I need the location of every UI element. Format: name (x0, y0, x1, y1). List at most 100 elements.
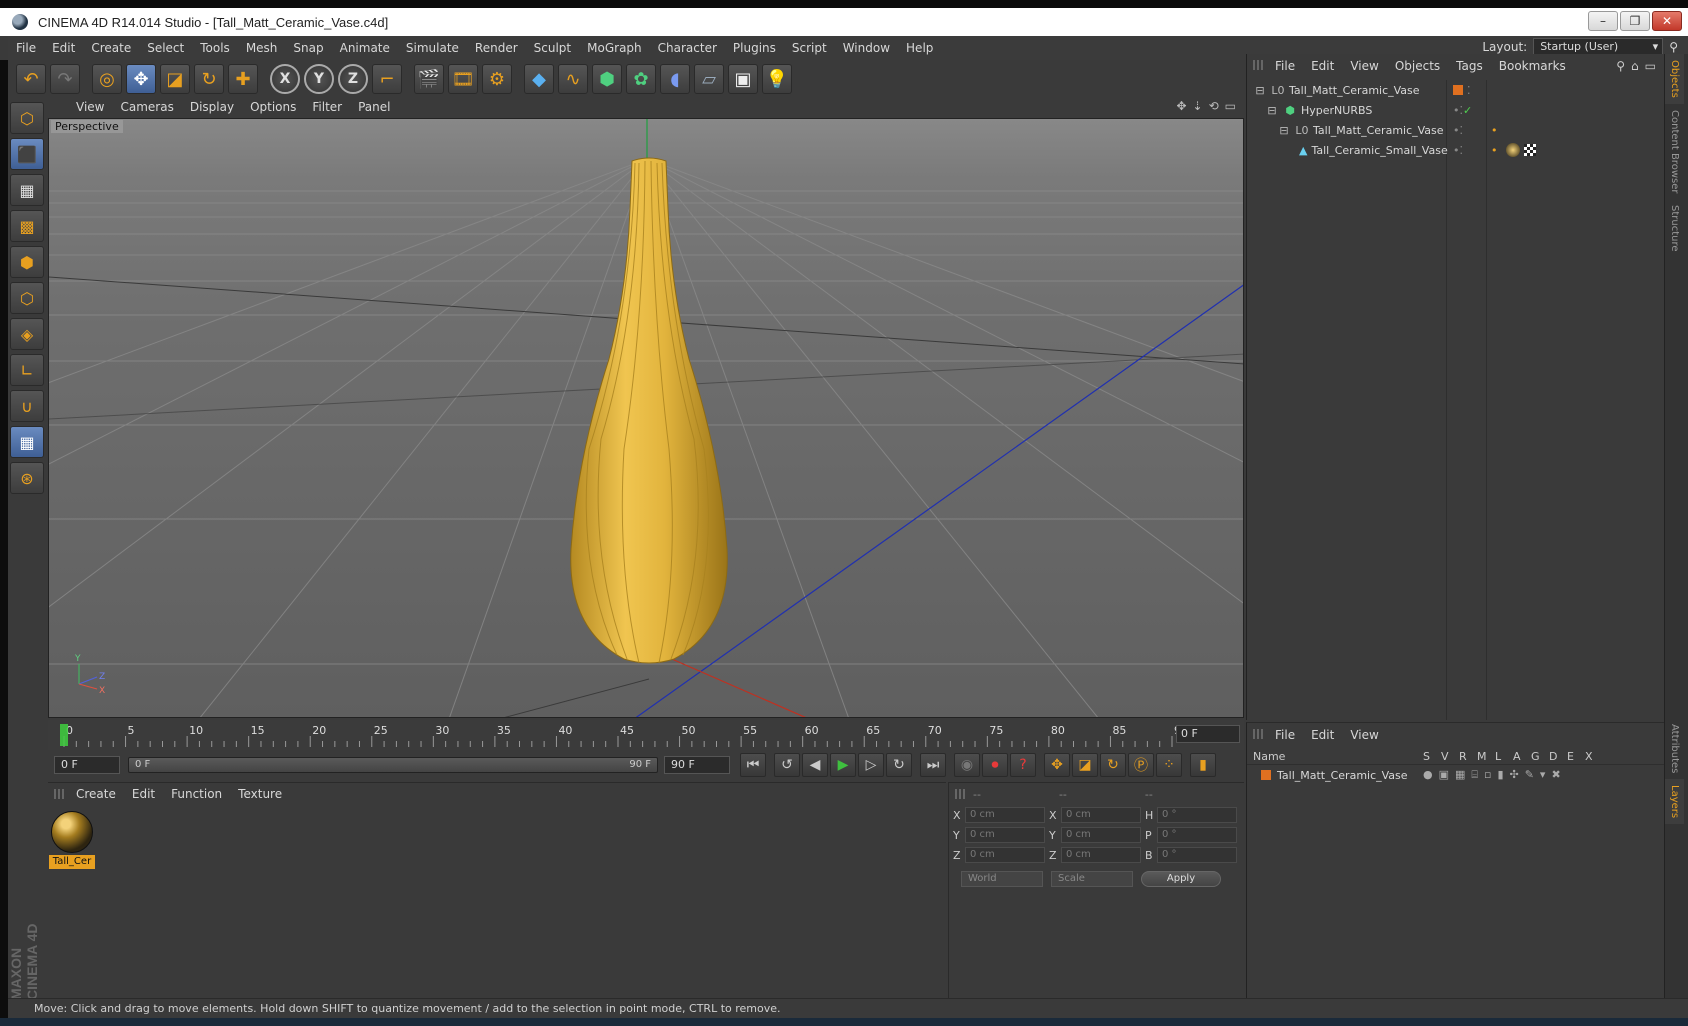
apply-button[interactable]: Apply (1141, 871, 1221, 887)
col-g[interactable]: G (1531, 750, 1549, 763)
make-editable-icon[interactable]: ⬡ (10, 102, 44, 134)
object-row[interactable]: ▲ Tall_Ceramic_Small_Vase (1247, 140, 1448, 160)
render-settings-icon[interactable]: ⚙ (482, 64, 512, 94)
obj-menu-view[interactable]: View (1342, 59, 1386, 73)
tab-content-browser[interactable]: Content Browser (1665, 104, 1684, 199)
play-icon[interactable]: ▶ (830, 753, 856, 777)
obj-menu-file[interactable]: File (1267, 59, 1303, 73)
tab-layers[interactable]: Layers (1665, 779, 1684, 825)
array-icon[interactable]: ✿ (626, 64, 656, 94)
axis-mode-icon[interactable]: ∟ (10, 354, 44, 386)
pos-z-field[interactable]: 0 cm (965, 847, 1045, 863)
light-icon[interactable]: 💡 (762, 64, 792, 94)
points-mode-icon[interactable]: ⬢ (10, 246, 44, 278)
menu-plugins[interactable]: Plugins (725, 41, 784, 55)
layer-menu-file[interactable]: File (1267, 728, 1303, 742)
mat-menu-create[interactable]: Create (68, 787, 124, 801)
restore-button[interactable]: ❐ (1620, 11, 1650, 31)
material-name[interactable]: Tall_Cer (49, 855, 95, 869)
col-r[interactable]: R (1459, 750, 1477, 763)
visibility-dots-icon[interactable]: ⁚ (1467, 84, 1471, 97)
workplane-mode-icon[interactable]: ▩ (10, 210, 44, 242)
layer-menu-edit[interactable]: Edit (1303, 728, 1342, 742)
deformer-icon[interactable]: ◖ (660, 64, 690, 94)
close-button[interactable]: ✕ (1652, 11, 1682, 31)
vp-menu-filter[interactable]: Filter (304, 100, 350, 114)
vp-menu-panel[interactable]: Panel (350, 100, 398, 114)
col-e[interactable]: E (1567, 750, 1585, 763)
key-parameter-icon[interactable]: Ⓟ (1128, 753, 1154, 777)
floor-icon[interactable]: ▱ (694, 64, 724, 94)
frame-range-slider[interactable]: 0 F 90 F (128, 757, 658, 773)
undo-icon[interactable]: ↶ (16, 64, 46, 94)
maximize-view-icon[interactable]: ▭ (1225, 99, 1236, 113)
object-row[interactable]: ⊟ L0 Tall_Matt_Ceramic_Vase (1247, 120, 1446, 140)
material-preview[interactable] (51, 811, 93, 853)
edges-mode-icon[interactable]: ⬡ (10, 282, 44, 314)
go-to-start-icon[interactable]: ⏮ (740, 753, 766, 777)
menu-mograph[interactable]: MoGraph (579, 41, 650, 55)
record-icon[interactable]: ◉ (954, 753, 980, 777)
rot-p-field[interactable]: 0 ° (1157, 827, 1237, 843)
col-l[interactable]: L (1495, 750, 1513, 763)
obj-menu-objects[interactable]: Objects (1387, 59, 1448, 73)
soft-selection-icon[interactable]: ⊛ (10, 462, 44, 494)
col-s[interactable]: S (1423, 750, 1441, 763)
key-position-icon[interactable]: ✥ (1044, 753, 1070, 777)
timeline-icon[interactable]: ▮ (1190, 753, 1216, 777)
end-frame-field[interactable]: 90 F (664, 756, 730, 774)
scale-icon[interactable]: ◪ (160, 64, 190, 94)
keyframe-selection-icon[interactable]: ? (1010, 753, 1036, 777)
vp-menu-display[interactable]: Display (182, 100, 242, 114)
col-m[interactable]: M (1477, 750, 1495, 763)
z-axis-icon[interactable]: Z (338, 64, 368, 94)
rotate-icon[interactable]: ↻ (194, 64, 224, 94)
size-z-field[interactable]: 0 cm (1061, 847, 1141, 863)
visibility-dots-icon[interactable]: •⁚ (1453, 144, 1463, 157)
go-to-end-icon[interactable]: ⏭ (920, 753, 946, 777)
menu-character[interactable]: Character (650, 41, 725, 55)
render-picture-viewer-icon[interactable]: 🎞 (448, 64, 478, 94)
layer-flag-icons[interactable]: ●▣▦⌸▫▮✣✎▾✖ (1423, 768, 1567, 782)
texture-tag-icon[interactable] (1523, 144, 1536, 156)
menu-sculpt[interactable]: Sculpt (526, 41, 579, 55)
mat-menu-function[interactable]: Function (163, 787, 230, 801)
coord-space-select[interactable]: World (961, 871, 1043, 887)
pos-x-field[interactable]: 0 cm (965, 807, 1045, 823)
obj-menu-edit[interactable]: Edit (1303, 59, 1342, 73)
size-x-field[interactable]: 0 cm (1061, 807, 1141, 823)
tab-structure[interactable]: Structure (1665, 199, 1684, 258)
y-axis-icon[interactable]: Y (304, 64, 334, 94)
menu-tools[interactable]: Tools (192, 41, 238, 55)
size-y-field[interactable]: 0 cm (1061, 827, 1141, 843)
menu-edit[interactable]: Edit (44, 41, 83, 55)
col-d[interactable]: D (1549, 750, 1567, 763)
menu-script[interactable]: Script (784, 41, 835, 55)
layer-tag-icon[interactable]: • (1491, 124, 1498, 137)
col-a[interactable]: A (1513, 750, 1531, 763)
menu-create[interactable]: Create (83, 41, 139, 55)
search-icon[interactable]: ⚲ (1669, 40, 1678, 54)
key-pla-icon[interactable]: ⁘ (1156, 753, 1182, 777)
menu-animate[interactable]: Animate (332, 41, 398, 55)
live-select-icon[interactable]: ◎ (92, 64, 122, 94)
polygons-mode-icon[interactable]: ◈ (10, 318, 44, 350)
pan-icon[interactable]: ✥ (1176, 99, 1186, 113)
x-axis-icon[interactable]: X (270, 64, 300, 94)
cube-icon[interactable]: ◆ (524, 64, 554, 94)
nurbs-icon[interactable]: ⬢ (592, 64, 622, 94)
next-frame-icon[interactable]: ▷ (858, 753, 884, 777)
start-frame-field[interactable]: 0 F (54, 756, 120, 774)
prev-key-icon[interactable]: ↺ (774, 753, 800, 777)
vp-menu-cameras[interactable]: Cameras (112, 100, 181, 114)
rot-b-field[interactable]: 0 ° (1157, 847, 1237, 863)
visibility-dots-icon[interactable]: •⁚ (1453, 124, 1463, 137)
rot-h-field[interactable]: 0 ° (1157, 807, 1237, 823)
col-v[interactable]: V (1441, 750, 1459, 763)
spline-icon[interactable]: ∿ (558, 64, 588, 94)
menu-window[interactable]: Window (835, 41, 898, 55)
coordinate-system-icon[interactable]: ⌐ (372, 64, 402, 94)
dolly-icon[interactable]: ⇣ (1193, 99, 1203, 113)
vp-menu-options[interactable]: Options (242, 100, 304, 114)
layer-color-swatch[interactable] (1261, 770, 1271, 780)
